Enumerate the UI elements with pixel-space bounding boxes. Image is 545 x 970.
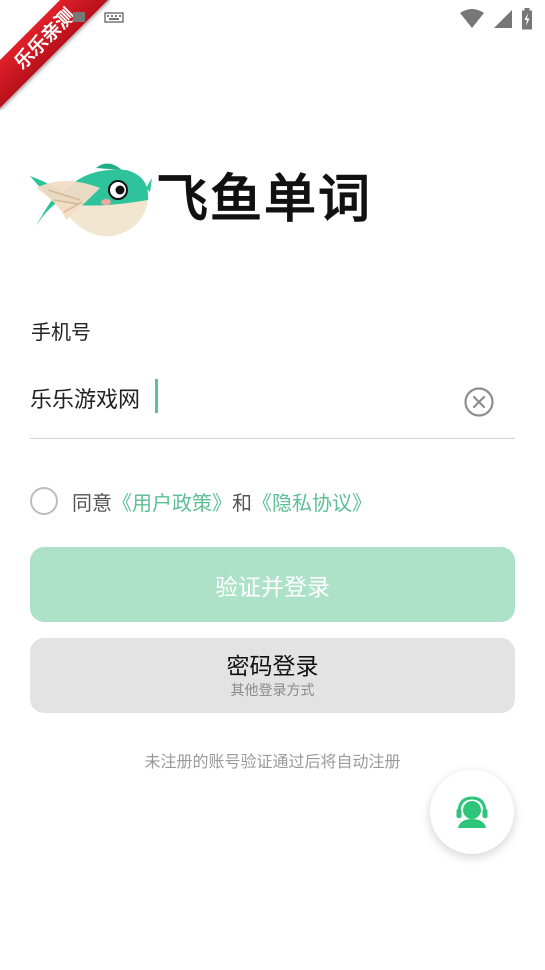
image-icon: [73, 12, 85, 22]
phone-label: 手机号: [31, 320, 91, 344]
auto-register-note: 未注册的账号验证通过后将自动注册: [144, 752, 401, 771]
text-caret: [155, 379, 158, 413]
agreement-checkbox[interactable]: [30, 487, 58, 515]
verify-login-label: 验证并登录: [215, 574, 330, 601]
agreement-prefix: 同意: [72, 490, 112, 515]
verify-login-button[interactable]: 验证并登录: [30, 547, 515, 622]
clear-input-icon[interactable]: [463, 386, 495, 418]
flying-fish-icon: [30, 163, 152, 237]
customer-support-button[interactable]: [430, 770, 514, 854]
phone-input[interactable]: [30, 376, 450, 420]
keyboard-icon: [104, 12, 124, 23]
password-login-label: 密码登录: [226, 653, 319, 680]
phone-input-container: [30, 372, 515, 439]
app-title: 飞鱼单词: [156, 170, 373, 230]
signal-icon: [494, 10, 512, 28]
privacy-policy-link[interactable]: 《隐私协议》: [252, 487, 372, 516]
app-logo: 飞鱼单词: [28, 160, 398, 242]
agreement-row: 同意 《用户政策》 和 《隐私协议》: [30, 484, 372, 518]
battery-icon: [522, 8, 532, 30]
wifi-icon: [460, 9, 484, 28]
status-bar: [0, 0, 545, 36]
agreement-conjunction: 和: [232, 490, 252, 515]
password-login-button[interactable]: 密码登录 其他登录方式: [30, 638, 515, 713]
customer-service-icon: [456, 796, 488, 828]
user-policy-link[interactable]: 《用户政策》: [112, 487, 232, 516]
other-login-methods-label: 其他登录方式: [230, 682, 315, 699]
